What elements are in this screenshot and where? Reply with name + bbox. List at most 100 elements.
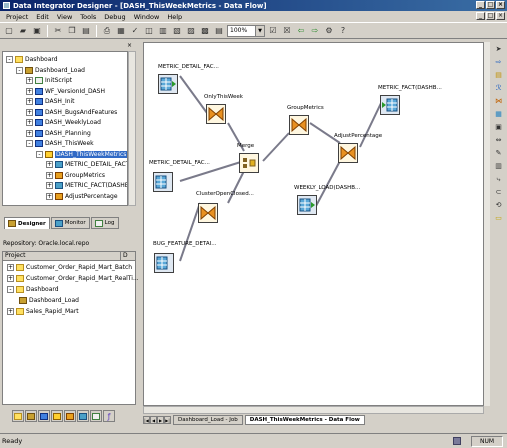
- tree-node[interactable]: + METRIC_FACT(DASHB0...: [46, 181, 127, 190]
- menu-edit[interactable]: Edit: [32, 13, 53, 21]
- datastores-tab-icon[interactable]: [77, 410, 89, 422]
- variables-icon[interactable]: ▩: [199, 25, 211, 37]
- tree-node[interactable]: + DASH_Init: [26, 97, 75, 106]
- collapse-icon[interactable]: -: [6, 56, 13, 63]
- tree-node[interactable]: + InitScript: [26, 76, 72, 85]
- transforms-tab-icon[interactable]: [64, 410, 76, 422]
- last-tab-icon[interactable]: ▶|: [164, 416, 171, 424]
- repository-row[interactable]: Dashboard_Load: [19, 296, 79, 305]
- jobs-tab-icon[interactable]: [25, 410, 37, 422]
- tree-node[interactable]: - DASH_ThisWeekMetrics: [36, 150, 127, 159]
- expand-icon[interactable]: +: [46, 182, 53, 189]
- menu-debug[interactable]: Debug: [100, 13, 129, 21]
- data-transport-icon[interactable]: ⇔: [493, 135, 504, 145]
- cut-icon[interactable]: ✂: [52, 25, 64, 37]
- expand-icon[interactable]: +: [26, 77, 33, 84]
- open-icon[interactable]: ▰: [17, 25, 29, 37]
- dataflow-canvas[interactable]: METRIC_DETAIL_FAC... OnlyThisWeek METRIC…: [143, 42, 484, 406]
- zoom-select[interactable]: 100% ▼: [227, 24, 265, 37]
- conditional-icon[interactable]: ▥: [493, 161, 504, 171]
- tree-node[interactable]: - Dashboard_Load: [16, 66, 85, 75]
- tab-dash-this-week-metrics-dataflow[interactable]: DASH_ThisWeekMetrics - Data Flow: [244, 415, 365, 425]
- save-icon[interactable]: ▣: [31, 25, 43, 37]
- expand-icon[interactable]: +: [26, 129, 33, 137]
- next-tab-icon[interactable]: ▶: [157, 416, 164, 424]
- help-icon[interactable]: ?: [337, 25, 349, 37]
- mdi-restore-button[interactable]: □: [486, 12, 495, 20]
- back-icon[interactable]: ⇦: [295, 25, 307, 37]
- mdi-close-button[interactable]: ×: [496, 12, 505, 20]
- repository-row[interactable]: + Customer_Order_Rapid_Mart_Batch: [7, 263, 132, 272]
- chevron-down-icon[interactable]: ▼: [255, 25, 264, 36]
- output-icon[interactable]: ▨: [185, 25, 197, 37]
- new-icon[interactable]: ▢: [3, 25, 15, 37]
- collapse-icon[interactable]: -: [36, 150, 43, 158]
- custom-functions-tab-icon[interactable]: ƒ: [103, 410, 115, 422]
- tree-node[interactable]: - Dashboard: [6, 55, 58, 64]
- expand-icon[interactable]: +: [7, 264, 14, 271]
- project-tree-scrollbar[interactable]: [128, 51, 136, 206]
- validate-icon[interactable]: ✓: [129, 25, 141, 37]
- tree-node[interactable]: + DASH_Planning: [26, 129, 91, 138]
- repository-row[interactable]: + Sales_Rapid_Mart: [7, 307, 79, 316]
- expand-icon[interactable]: +: [26, 108, 33, 116]
- expand-icon[interactable]: +: [7, 308, 14, 315]
- close-button[interactable]: ×: [496, 1, 505, 9]
- object-library-icon[interactable]: ▦: [115, 25, 127, 37]
- tree-node[interactable]: + DASH_WeeklyLoad: [26, 118, 101, 127]
- tab-dashboard-load-job[interactable]: Dashboard_Load - Job: [173, 415, 243, 425]
- script-tool-icon[interactable]: ✎: [493, 148, 504, 158]
- menu-project[interactable]: Project: [2, 13, 32, 21]
- copy-icon[interactable]: ❐: [66, 25, 78, 37]
- template-xml-icon[interactable]: ▣: [493, 122, 504, 132]
- workflow-tool-icon[interactable]: ⇨: [493, 57, 504, 67]
- formats-tab-icon[interactable]: [90, 410, 102, 422]
- menu-view[interactable]: View: [53, 13, 76, 21]
- central-library-icon[interactable]: ▥: [157, 25, 169, 37]
- menu-window[interactable]: Window: [130, 13, 164, 21]
- expand-icon[interactable]: +: [7, 275, 14, 282]
- tools-icon[interactable]: ⚙: [323, 25, 335, 37]
- repository-row[interactable]: - Dashboard: [7, 285, 59, 294]
- tab-log[interactable]: Log: [90, 217, 119, 229]
- prev-tab-icon[interactable]: ◀: [150, 416, 157, 424]
- panel-close-icon[interactable]: ×: [127, 42, 132, 51]
- template-table-icon[interactable]: ▦: [493, 109, 504, 119]
- menu-help[interactable]: Help: [163, 13, 186, 21]
- tab-designer[interactable]: Designer: [4, 217, 50, 229]
- print-icon[interactable]: ⎙: [101, 25, 113, 37]
- annotation-icon[interactable]: ▭: [493, 213, 504, 223]
- tree-node[interactable]: + AdjustPercentage: [46, 192, 118, 201]
- query-tool-icon[interactable]: ⋈: [493, 96, 504, 106]
- tree-node[interactable]: + DASH_BugsAndFeatures: [26, 108, 117, 117]
- expand-icon[interactable]: +: [26, 119, 33, 126]
- menu-tools[interactable]: Tools: [76, 13, 100, 21]
- local-library-icon[interactable]: ◫: [143, 25, 155, 37]
- tree-node[interactable]: - DASH_ThisWeek: [26, 139, 94, 148]
- mdi-minimize-button[interactable]: _: [476, 12, 485, 20]
- project-area-icon[interactable]: ▧: [171, 25, 183, 37]
- dataflows-tab-icon[interactable]: [51, 410, 63, 422]
- properties-icon[interactable]: ▤: [213, 25, 225, 37]
- validate-current-icon[interactable]: ☑: [267, 25, 279, 37]
- pointer-icon[interactable]: ➤: [493, 44, 504, 54]
- r3-dataflow-icon[interactable]: ℛ: [493, 83, 504, 93]
- minimize-button[interactable]: _: [476, 1, 485, 9]
- expand-icon[interactable]: +: [26, 98, 33, 105]
- catch-icon[interactable]: ⊂: [493, 187, 504, 197]
- expand-icon[interactable]: +: [46, 161, 53, 168]
- collapse-icon[interactable]: -: [7, 286, 14, 293]
- try-icon[interactable]: ⤷: [493, 174, 504, 184]
- tree-node[interactable]: + GroupMetrics: [46, 171, 105, 180]
- tab-monitor[interactable]: Monitor: [50, 217, 90, 229]
- column-header-project[interactable]: Project: [3, 252, 121, 260]
- tree-node[interactable]: + METRIC_DETAIL_FACT(I: [46, 160, 127, 169]
- paste-icon[interactable]: ▤: [80, 25, 92, 37]
- validate-all-icon[interactable]: ☒: [281, 25, 293, 37]
- collapse-icon[interactable]: -: [26, 140, 33, 147]
- maximize-button[interactable]: □: [486, 1, 495, 9]
- tree-node[interactable]: + WF_VersionId_DASH: [26, 87, 105, 96]
- collapse-icon[interactable]: -: [16, 66, 23, 74]
- projects-tab-icon[interactable]: [12, 410, 24, 422]
- expand-icon[interactable]: +: [46, 192, 53, 200]
